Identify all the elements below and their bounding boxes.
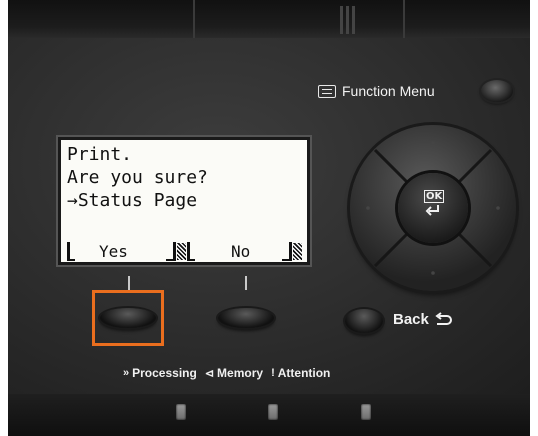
ok-label: OK (424, 190, 445, 203)
softkey-right-tick (245, 276, 247, 290)
attention-icon: ! (271, 367, 275, 379)
nav-left-marker[interactable] (366, 206, 370, 210)
memory-icon: ⊲ (204, 367, 215, 380)
status-processing-label: Processing (132, 366, 197, 380)
back-arrow-icon (435, 311, 452, 325)
highlight-box (92, 290, 164, 346)
softkey-left-label-box: Yes (65, 242, 187, 262)
softkey-separator-pattern (177, 243, 186, 260)
processing-icon: » (123, 367, 130, 379)
function-menu-label: Function Menu (342, 83, 435, 99)
function-menu-label-group: Function Menu (318, 81, 435, 101)
back-label: Back (393, 311, 429, 328)
processing-led (176, 404, 186, 420)
softkey-right-label: No (231, 242, 251, 261)
menu-list-icon (318, 84, 336, 98)
status-memory-label: Memory (217, 366, 264, 380)
status-indicator-labels: » Processing ⊲ Memory ! Attention (123, 366, 338, 380)
nav-up-marker[interactable] (431, 141, 435, 145)
attention-led (361, 404, 371, 420)
printer-control-panel: Function Menu Print. Are you sure? →Stat… (0, 0, 538, 436)
status-attention-label: Attention (277, 366, 331, 380)
softkey-right-label-box: No (187, 242, 305, 262)
status-attention: ! Attention (271, 366, 330, 380)
back-label-group: Back (393, 311, 453, 328)
softkey-edge-pattern (293, 243, 302, 260)
status-memory: ⊲ Memory (205, 366, 263, 380)
nav-right-marker[interactable] (496, 206, 500, 210)
softkey-left-label: Yes (99, 242, 128, 261)
softkey-left-tick (128, 276, 130, 290)
ok-button[interactable]: OK (398, 173, 468, 243)
vent-grille (340, 6, 360, 34)
status-processing: » Processing (123, 366, 197, 380)
lcd-line-2: Are you sure? (67, 167, 208, 188)
memory-led (268, 404, 278, 420)
function-menu-button[interactable] (481, 80, 513, 102)
top-bezel (8, 0, 530, 39)
lcd-line-1: Print. (67, 144, 133, 165)
lcd-line-3: →Status Page (67, 190, 198, 211)
enter-icon (425, 205, 439, 216)
softkey-no-button[interactable] (218, 308, 274, 328)
back-button[interactable] (345, 309, 383, 333)
lcd-display: Print. Are you sure? →Status Page Yes No (58, 137, 310, 265)
nav-down-marker[interactable] (431, 271, 435, 275)
